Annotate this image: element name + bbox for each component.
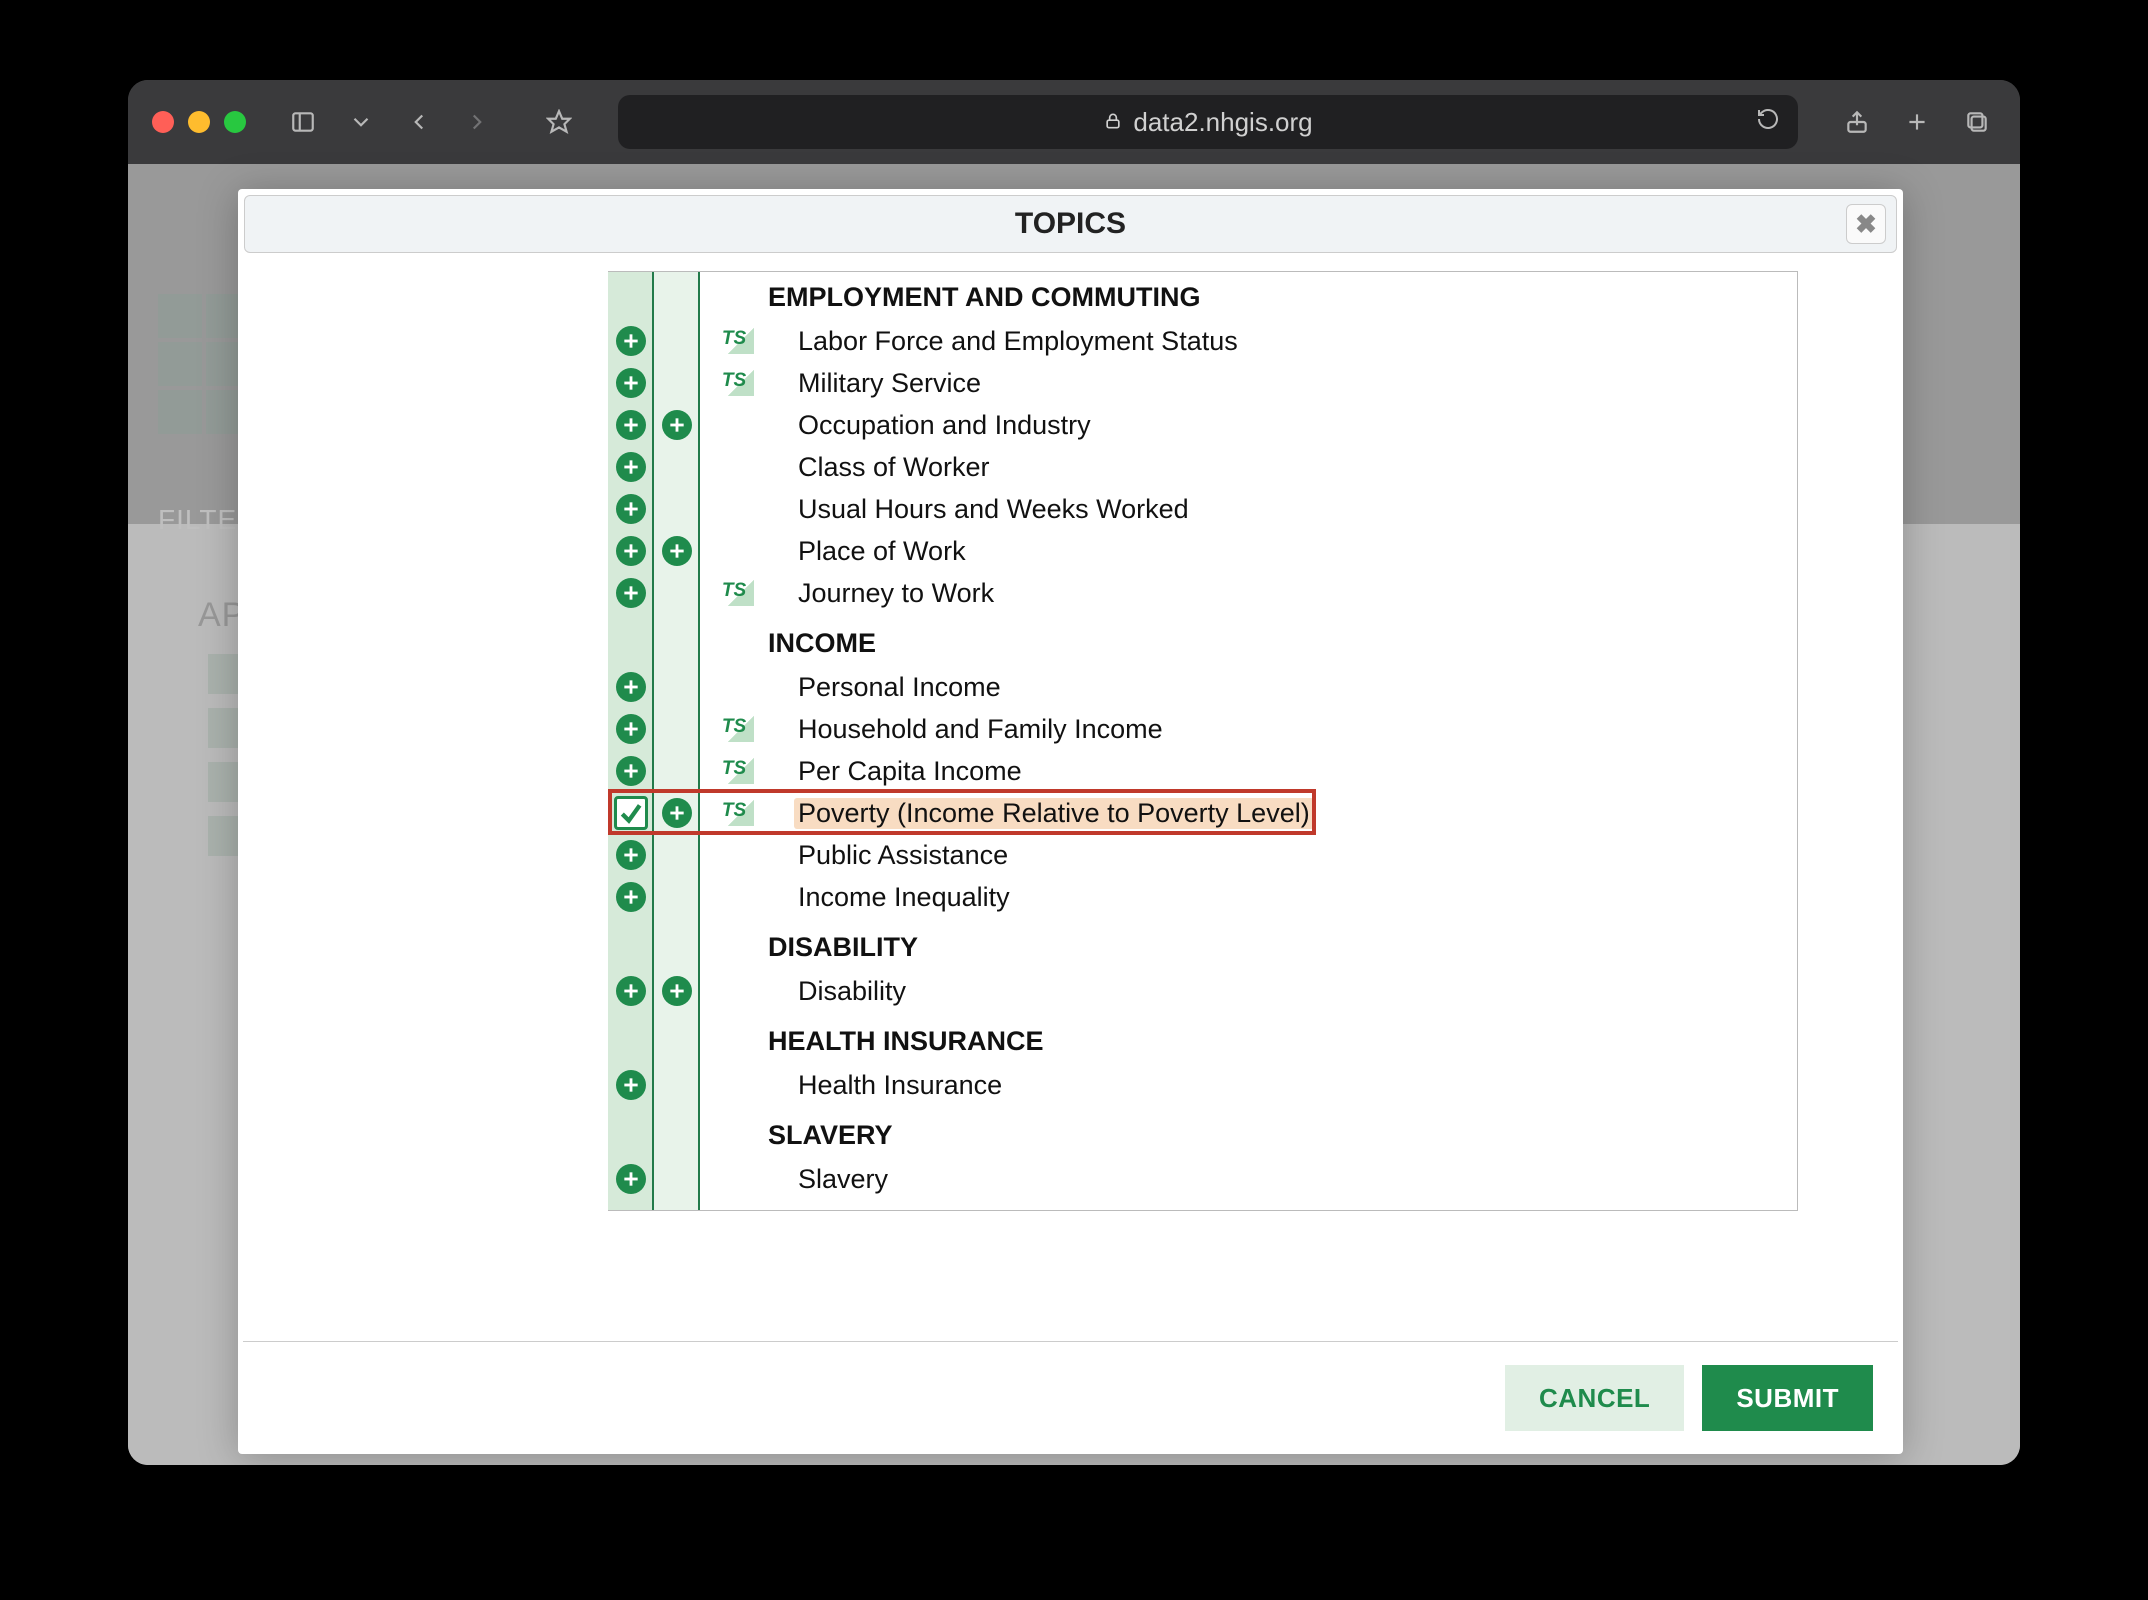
add-topic-col-b-button[interactable] [662,410,692,440]
topic-label: Public Assistance [798,840,1008,871]
group-title: EMPLOYMENT AND COMMUTING [768,282,1200,313]
topic-row[interactable]: Health Insurance [608,1064,1797,1106]
url-text: data2.nhgis.org [1133,107,1312,138]
group-title: INCOME [768,628,876,659]
new-tab-button[interactable] [1898,103,1936,141]
add-topic-col-a-button[interactable] [616,536,646,566]
window-controls [152,111,246,133]
group-title: HEALTH INSURANCE [768,1026,1044,1057]
topic-label: Health Insurance [798,1070,1002,1101]
topic-row[interactable]: Disability [608,970,1797,1012]
dialog-footer: CANCEL SUBMIT [238,1342,1903,1454]
dialog-close-button[interactable]: ✖ [1846,204,1886,244]
page-viewport: FILTER APF TOPICS ✖ EMPLOYMENT AND COMMU… [128,164,2020,1465]
time-series-badge: TS [714,370,754,396]
share-button[interactable] [1838,103,1876,141]
topic-label: Slavery [798,1164,888,1195]
topic-row[interactable]: Personal Income [608,666,1797,708]
add-topic-col-a-button[interactable] [616,494,646,524]
close-window-button[interactable] [152,111,174,133]
add-topic-col-a-button[interactable] [616,452,646,482]
dialog-title: TOPICS [1015,207,1126,241]
url-bar[interactable]: data2.nhgis.org [618,95,1798,149]
topic-row[interactable]: TS Journey to Work [608,572,1797,614]
add-topic-col-a-button[interactable] [616,840,646,870]
topic-row[interactable]: Public Assistance [608,834,1797,876]
add-topic-col-a-button[interactable] [616,1164,646,1194]
topic-row[interactable]: Place of Work [608,530,1797,572]
back-button[interactable] [400,103,438,141]
topic-label: Personal Income [798,672,1001,703]
tab-group-dropdown[interactable] [342,103,380,141]
cancel-button[interactable]: CANCEL [1505,1365,1684,1431]
topic-label: Occupation and Industry [798,410,1091,441]
group-title: SLAVERY [768,1120,893,1151]
topic-row[interactable]: Slavery [608,1158,1797,1200]
time-series-badge: TS [714,716,754,742]
add-topic-col-a-button[interactable] [616,326,646,356]
topic-label: Poverty (Income Relative to Poverty Leve… [794,798,1314,829]
topic-label: Military Service [798,368,981,399]
add-topic-col-a-button[interactable] [616,882,646,912]
add-topic-col-b-button[interactable] [662,798,692,828]
browser-toolbar: data2.nhgis.org [128,80,2020,164]
time-series-badge: TS [714,580,754,606]
topic-label: Labor Force and Employment Status [798,326,1238,357]
sidebar-toggle-button[interactable] [284,103,322,141]
topic-label: Per Capita Income [798,756,1022,787]
add-topic-col-a-button[interactable] [616,672,646,702]
minimize-window-button[interactable] [188,111,210,133]
topic-label: Household and Family Income [798,714,1163,745]
browser-window: data2.nhgis.org FILTER APF [128,80,2020,1465]
topic-selected-checkbox[interactable] [614,796,648,830]
topic-row[interactable]: Occupation and Industry [608,404,1797,446]
lock-icon [1103,107,1123,138]
topics-list: EMPLOYMENT AND COMMUTING TS Labor Force an… [608,272,1797,1210]
topic-label: Income Inequality [798,882,1010,913]
topic-row[interactable]: TS Military Service [608,362,1797,404]
close-icon: ✖ [1855,209,1877,240]
add-topic-col-a-button[interactable] [616,410,646,440]
tabs-overview-button[interactable] [1958,103,1996,141]
topic-row[interactable]: Usual Hours and Weeks Worked [608,488,1797,530]
topic-label: Class of Worker [798,452,990,483]
add-topic-col-b-button[interactable] [662,976,692,1006]
topic-row[interactable]: Class of Worker [608,446,1797,488]
topic-label: Disability [798,976,906,1007]
topics-list-panel: EMPLOYMENT AND COMMUTING TS Labor Force an… [608,271,1798,1211]
add-topic-col-a-button[interactable] [616,1070,646,1100]
topic-label: Usual Hours and Weeks Worked [798,494,1189,525]
dialog-header: TOPICS ✖ [244,195,1897,253]
topic-row[interactable]: TS Household and Family Income [608,708,1797,750]
add-topic-col-a-button[interactable] [616,368,646,398]
time-series-badge: TS [714,800,754,826]
dialog-body: EMPLOYMENT AND COMMUTING TS Labor Force an… [278,271,1863,1341]
add-topic-col-a-button[interactable] [616,756,646,786]
group-title: DISABILITY [768,932,918,963]
submit-button[interactable]: SUBMIT [1702,1365,1873,1431]
time-series-badge: TS [714,328,754,354]
add-topic-col-a-button[interactable] [616,714,646,744]
forward-button[interactable] [458,103,496,141]
maximize-window-button[interactable] [224,111,246,133]
add-topic-col-a-button[interactable] [616,976,646,1006]
topic-row[interactable]: TS Labor Force and Employment Status [608,320,1797,362]
topic-row[interactable]: Income Inequality [608,876,1797,918]
topic-label: Journey to Work [798,578,994,609]
topic-row[interactable]: TS Poverty (Income Relative to Poverty Le… [608,792,1797,834]
reload-button[interactable] [1756,107,1780,138]
add-topic-col-a-button[interactable] [616,578,646,608]
time-series-badge: TS [714,758,754,784]
topics-dialog: TOPICS ✖ EMPLOYMENT AND COMMUTING TS Labor… [238,189,1903,1454]
add-topic-col-b-button[interactable] [662,536,692,566]
topic-label: Place of Work [798,536,966,567]
bookmark-button[interactable] [540,103,578,141]
topic-row[interactable]: TS Per Capita Income [608,750,1797,792]
